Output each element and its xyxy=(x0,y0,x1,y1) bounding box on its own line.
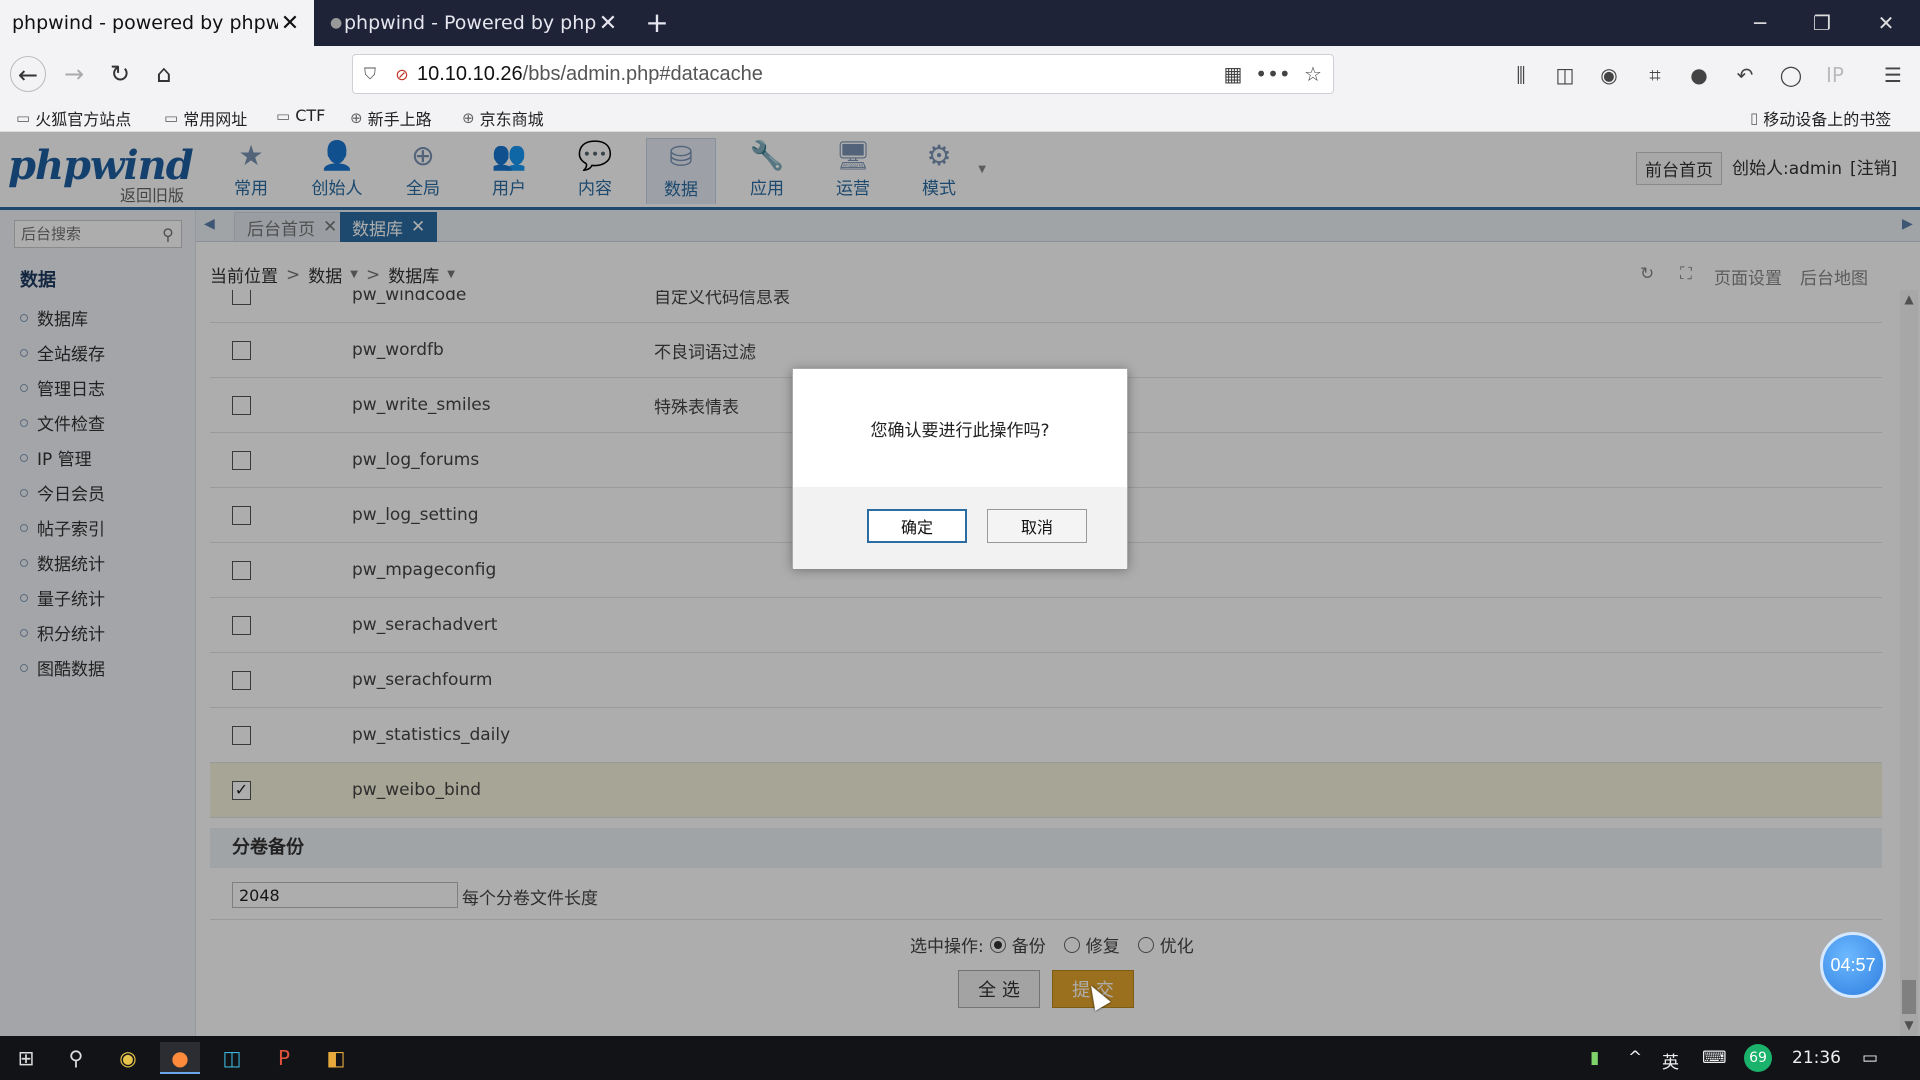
recording-timer[interactable]: 04:57 xyxy=(1820,932,1886,998)
bookmark-label: CTF xyxy=(295,106,326,125)
restore-button[interactable]: ❐ xyxy=(1792,0,1852,46)
bookmark-label: 火狐官方站点 xyxy=(35,110,132,129)
browser-tab-inactive[interactable]: ● phpwind - Powered by phpwind ✕ xyxy=(318,0,632,46)
browser-tab-title: phpwind - powered by phpwind xyxy=(12,12,278,34)
library-icon[interactable]: ⫼ xyxy=(1506,60,1536,90)
shield-icon[interactable]: ⛉ xyxy=(353,64,387,84)
folder-icon: ▭ xyxy=(164,109,179,127)
mobile-icon: ▯ xyxy=(1750,109,1759,127)
globe-icon: ⊕ xyxy=(350,109,363,127)
mobile-bookmarks[interactable]: ▯ 移动设备上的书签 xyxy=(1750,106,1891,130)
chrome-icon[interactable]: ◉ xyxy=(108,1042,148,1074)
more-icon[interactable]: ••• xyxy=(1253,62,1293,86)
globe-icon: ⊕ xyxy=(462,109,475,127)
sidebar-icon[interactable]: ◫ xyxy=(1550,60,1580,90)
powerpoint-icon[interactable]: P xyxy=(264,1042,304,1074)
search-icon[interactable]: ⚲ xyxy=(56,1042,96,1074)
bookmark-item[interactable]: ⊕ 京东商城 xyxy=(462,106,544,130)
chat-icon[interactable]: ● xyxy=(1684,60,1714,90)
url-host: 10.10.10.26 xyxy=(417,62,523,85)
url-text[interactable]: 10.10.10.26/bbs/admin.php#datacache xyxy=(417,63,1213,86)
sublime-icon[interactable]: ◧ xyxy=(316,1042,356,1074)
back-arrow-icon[interactable]: ← xyxy=(10,56,46,92)
close-icon[interactable]: ✕ xyxy=(596,11,620,36)
menu-icon[interactable]: ☰ xyxy=(1878,60,1908,90)
home-icon[interactable]: ⌂ xyxy=(146,56,182,92)
notification-icon[interactable]: ▭ xyxy=(1862,1048,1878,1068)
star-icon[interactable]: ☆ xyxy=(1293,62,1333,86)
bookmark-item[interactable]: ▭ 常用网址 xyxy=(164,106,247,130)
security-badge[interactable]: 69 xyxy=(1744,1044,1772,1072)
extension-icon[interactable]: ◯ xyxy=(1776,60,1806,90)
screenshot-icon[interactable]: ⌗ xyxy=(1640,60,1670,90)
dialog-footer: 确定 取消 xyxy=(793,487,1127,569)
ime-indicator[interactable]: 英 xyxy=(1662,1048,1679,1073)
insecure-lock-icon[interactable]: ⊘ xyxy=(387,65,417,84)
dialog-message: 您确认要进行此操作吗? xyxy=(870,420,1050,441)
minimize-button[interactable]: ─ xyxy=(1730,0,1790,46)
account-icon[interactable]: ◉ xyxy=(1594,60,1624,90)
bookmark-item[interactable]: ▭ CTF xyxy=(276,106,325,125)
bookmark-label: 京东商城 xyxy=(479,110,544,129)
window-close-button[interactable]: ✕ xyxy=(1856,0,1916,46)
forward-arrow-icon[interactable]: → xyxy=(56,56,92,92)
taskbar: ⊞ ⚲ ◉ ● ◫ P ◧ ▮ ^ 英 ⌨ 69 21:36 ▭ xyxy=(0,1036,1920,1080)
new-tab-button[interactable]: + xyxy=(640,6,674,40)
browser-tab-title: phpwind - Powered by phpwind xyxy=(344,12,596,34)
battery-icon[interactable]: ▮ xyxy=(1590,1048,1599,1068)
bookmark-label: 常用网址 xyxy=(183,110,248,129)
folder-icon: ▭ xyxy=(16,109,31,127)
bookmark-item[interactable]: ⊕ 新手上路 xyxy=(350,106,432,130)
chevron-up-icon[interactable]: ^ xyxy=(1628,1048,1642,1068)
browser-tab-strip: phpwind - powered by phpwind ✕ ● phpwind… xyxy=(0,0,1920,46)
browser-nav-bar: ← → ↻ ⌂ ⛉ ⊘ 10.10.10.26/bbs/admin.php#da… xyxy=(0,46,1920,102)
url-bar[interactable]: ⛉ ⊘ 10.10.10.26/bbs/admin.php#datacache … xyxy=(352,54,1334,94)
confirm-dialog: 您确认要进行此操作吗? 确定 取消 xyxy=(792,368,1128,569)
tab-loading-icon: ● xyxy=(330,15,343,31)
modal-overlay xyxy=(0,132,1920,1036)
bookmark-bar: ▭ 火狐官方站点 ▭ 常用网址 ▭ CTF ⊕ 新手上路 ⊕ 京东商城 ▯ 移动设备上的书签 xyxy=(0,102,1920,132)
folder-icon: ▭ xyxy=(276,106,291,125)
bookmark-item[interactable]: ▭ 火狐官方站点 xyxy=(16,106,131,130)
firefox-icon[interactable]: ● xyxy=(160,1042,200,1074)
url-path: /bbs/admin.php#datacache xyxy=(522,62,763,85)
bookmark-label: 新手上路 xyxy=(367,110,432,129)
app-window-icon[interactable]: ◫ xyxy=(212,1042,252,1074)
confirm-cancel-button[interactable]: 取消 xyxy=(987,509,1087,543)
qr-code-icon[interactable]: ▦ xyxy=(1213,62,1253,86)
ip-icon[interactable]: IP xyxy=(1820,60,1850,90)
windows-start-icon[interactable]: ⊞ xyxy=(6,1042,46,1074)
browser-tab-active[interactable]: phpwind - powered by phpwind ✕ xyxy=(0,0,314,46)
close-icon[interactable]: ✕ xyxy=(278,11,302,36)
reload-icon[interactable]: ↻ xyxy=(102,56,138,92)
undo-icon[interactable]: ↶ xyxy=(1730,60,1760,90)
bookmark-label: 移动设备上的书签 xyxy=(1763,110,1892,129)
confirm-ok-button[interactable]: 确定 xyxy=(867,509,967,543)
clock[interactable]: 21:36 xyxy=(1792,1048,1841,1068)
keyboard-icon[interactable]: ⌨ xyxy=(1702,1048,1727,1068)
